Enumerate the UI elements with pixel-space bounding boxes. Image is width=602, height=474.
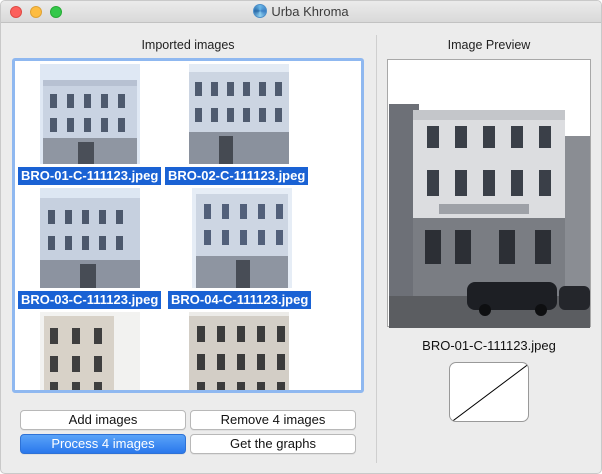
preview-filename: BRO-01-C-111123.jpeg: [422, 338, 556, 353]
image-preview-panel: [387, 59, 591, 328]
image-item[interactable]: BRO-04-C-111123.jpeg: [165, 188, 315, 310]
panel-divider: [376, 35, 377, 463]
remove-images-button[interactable]: Remove 4 images: [190, 410, 356, 430]
building-thumbnail-icon: [40, 312, 140, 390]
image-thumbnail[interactable]: [189, 64, 289, 164]
app-window: Urba Khroma Imported images Image Previe…: [0, 0, 602, 474]
empty-graph-icon: [451, 363, 528, 421]
title-bar[interactable]: Urba Khroma: [1, 1, 601, 23]
image-item[interactable]: BRO-03-C-111123.jpeg: [15, 188, 165, 310]
image-thumbnail[interactable]: [40, 188, 140, 288]
image-filename[interactable]: BRO-04-C-111123.jpeg: [168, 291, 312, 309]
image-filename[interactable]: BRO-03-C-111123.jpeg: [18, 291, 162, 309]
image-filename[interactable]: BRO-01-C-111123.jpeg: [18, 167, 162, 185]
building-preview-image: [389, 96, 590, 328]
imported-images-label: Imported images: [141, 38, 235, 52]
image-thumbnail[interactable]: [40, 64, 140, 164]
app-logo-icon: [253, 4, 268, 18]
image-thumbnail[interactable]: [40, 312, 140, 390]
building-thumbnail-icon: [192, 188, 292, 288]
building-thumbnail-icon: [189, 64, 289, 164]
image-item[interactable]: [165, 312, 315, 390]
image-filename[interactable]: BRO-02-C-111123.jpeg: [165, 167, 309, 185]
process-images-button[interactable]: Process 4 images: [20, 434, 186, 454]
graph-placeholder: [449, 362, 529, 422]
image-item[interactable]: [15, 312, 165, 390]
image-thumbnail[interactable]: [189, 312, 289, 390]
building-thumbnail-icon: [40, 64, 140, 164]
building-thumbnail-icon: [40, 188, 140, 288]
window-title: Urba Khroma: [271, 4, 349, 19]
image-item[interactable]: BRO-01-C-111123.jpeg: [15, 64, 165, 186]
imported-images-list[interactable]: BRO-01-C-111123.jpeg BRO-02-C-111123.jpe…: [12, 58, 364, 393]
image-item[interactable]: BRO-02-C-111123.jpeg: [165, 64, 315, 186]
get-graphs-button[interactable]: Get the graphs: [190, 434, 356, 454]
image-preview-label: Image Preview: [447, 38, 531, 52]
image-thumbnail[interactable]: [192, 188, 292, 288]
building-thumbnail-icon: [189, 312, 289, 390]
add-images-button[interactable]: Add images: [20, 410, 186, 430]
window-title-wrap: Urba Khroma: [1, 4, 601, 19]
